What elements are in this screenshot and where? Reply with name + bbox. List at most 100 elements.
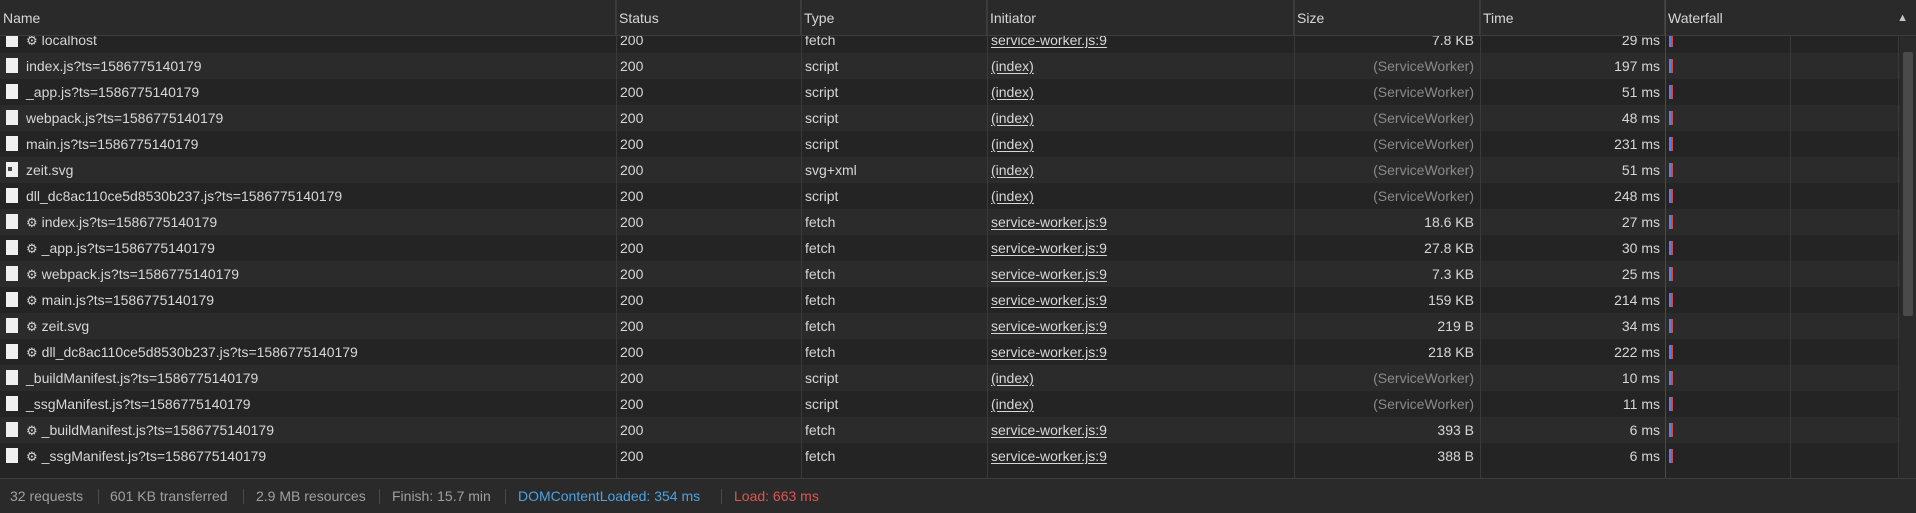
column-header-waterfall[interactable]: Waterfall ▲ — [1665, 0, 1916, 36]
column-header-type[interactable]: Type — [801, 0, 987, 36]
waterfall-bar[interactable] — [1669, 131, 1675, 157]
size-cell: (ServiceWorker) — [1373, 136, 1474, 152]
waterfall-bar[interactable] — [1669, 261, 1675, 287]
table-row[interactable]: ⚙ _app.js?ts=1586775140179 200 fetch service… — [0, 235, 1916, 261]
initiator-link[interactable]: (index) — [991, 131, 1291, 157]
waterfall-bar[interactable] — [1669, 443, 1675, 469]
service-worker-gear-icon: ⚙ — [26, 293, 38, 308]
size-cell: 18.6 KB — [1424, 214, 1474, 230]
service-worker-gear-icon: ⚙ — [26, 215, 38, 230]
waterfall-gridline — [1790, 36, 1791, 478]
waterfall-bar[interactable] — [1669, 79, 1675, 105]
request-name: dll_dc8ac110ce5d8530b237.js?ts=158677514… — [41, 344, 358, 360]
request-name-cell[interactable]: zeit.svg — [6, 157, 614, 183]
table-row[interactable]: index.js?ts=1586775140179 200 script (index… — [0, 53, 1916, 79]
request-name-cell[interactable]: ⚙ index.js?ts=1586775140179 — [6, 209, 614, 235]
request-name-cell[interactable]: index.js?ts=1586775140179 — [6, 53, 614, 79]
initiator-link[interactable]: service-worker.js:9 — [991, 417, 1291, 443]
column-header-initiator[interactable]: Initiator — [987, 0, 1294, 36]
request-name-cell[interactable]: _ssgManifest.js?ts=1586775140179 — [6, 391, 614, 417]
table-row[interactable]: zeit.svg 200 svg+xml (index) (ServiceWorker)… — [0, 157, 1916, 183]
waterfall-bar[interactable] — [1669, 365, 1675, 391]
initiator-link[interactable]: (index) — [991, 157, 1291, 183]
column-divider[interactable] — [1480, 0, 1481, 478]
table-row[interactable]: ⚙ webpack.js?ts=1586775140179 200 fetch serv… — [0, 261, 1916, 287]
initiator-link[interactable]: service-worker.js:9 — [991, 209, 1291, 235]
initiator-link[interactable]: (index) — [991, 79, 1291, 105]
waterfall-bar[interactable] — [1669, 391, 1675, 417]
table-row[interactable]: _ssgManifest.js?ts=1586775140179 200 scrip… — [0, 391, 1916, 417]
waterfall-bar[interactable] — [1669, 287, 1675, 313]
status-separator — [98, 489, 99, 504]
waterfall-bar[interactable] — [1669, 339, 1675, 365]
request-name-cell[interactable]: ⚙ _buildManifest.js?ts=1586775140179 — [6, 417, 614, 443]
initiator-link[interactable]: service-worker.js:9 — [991, 339, 1291, 365]
column-header-name[interactable]: Name — [0, 0, 616, 36]
column-divider[interactable] — [1294, 0, 1295, 478]
request-name-cell[interactable]: ⚙ zeit.svg — [6, 313, 614, 339]
table-row[interactable]: ⚙ localhost 200 fetch service-worker.js:9 7.8… — [0, 36, 1916, 53]
table-row[interactable]: main.js?ts=1586775140179 200 script (index)… — [0, 131, 1916, 157]
request-name-cell[interactable]: dll_dc8ac110ce5d8530b237.js?ts=158677514… — [6, 183, 614, 209]
table-row[interactable]: _app.js?ts=1586775140179 200 script (index)… — [0, 79, 1916, 105]
initiator-link[interactable]: service-worker.js:9 — [991, 443, 1291, 469]
time-cell: 34 ms — [1621, 318, 1660, 334]
column-header-time[interactable]: Time — [1480, 0, 1665, 36]
request-name-cell[interactable]: webpack.js?ts=1586775140179 — [6, 105, 614, 131]
image-file-icon — [6, 162, 18, 177]
status-cell: 200 — [620, 58, 644, 74]
initiator-link[interactable]: service-worker.js:9 — [991, 287, 1291, 313]
initiator-link[interactable]: (index) — [991, 105, 1291, 131]
column-header-status[interactable]: Status — [616, 0, 801, 36]
waterfall-bar[interactable] — [1669, 235, 1675, 261]
sort-ascending-icon[interactable]: ▲ — [1897, 0, 1908, 36]
table-row[interactable]: webpack.js?ts=1586775140179 200 script (ind… — [0, 105, 1916, 131]
initiator-link[interactable]: (index) — [991, 391, 1291, 417]
waterfall-bar[interactable] — [1669, 53, 1675, 79]
request-name-cell[interactable]: ⚙ main.js?ts=1586775140179 — [6, 287, 614, 313]
request-list: ⚙ localhost 200 fetch service-worker.js:9 7.8… — [0, 36, 1916, 478]
table-row[interactable]: _buildManifest.js?ts=1586775140179 200 scr… — [0, 365, 1916, 391]
table-row[interactable]: ⚙ zeit.svg 200 fetch service-worker.js:9 219 … — [0, 313, 1916, 339]
initiator-link[interactable]: (index) — [991, 365, 1291, 391]
table-row[interactable]: dll_dc8ac110ce5d8530b237.js?ts=158677514… — [0, 183, 1916, 209]
request-name-cell[interactable]: _buildManifest.js?ts=1586775140179 — [6, 365, 614, 391]
table-row[interactable]: ⚙ _ssgManifest.js?ts=1586775140179 200 fetc… — [0, 443, 1916, 469]
column-divider[interactable] — [616, 0, 617, 478]
waterfall-bar[interactable] — [1669, 105, 1675, 131]
table-row[interactable]: ⚙ dll_dc8ac110ce5d8530b237.js?ts=15867751… — [0, 339, 1916, 365]
column-divider[interactable] — [1665, 0, 1666, 478]
waterfall-bar[interactable] — [1669, 183, 1675, 209]
waterfall-bar[interactable] — [1669, 313, 1675, 339]
table-row[interactable]: ⚙ main.js?ts=1586775140179 200 fetch service… — [0, 287, 1916, 313]
initiator-link[interactable]: (index) — [991, 183, 1291, 209]
request-name-cell[interactable]: ⚙ localhost — [6, 36, 614, 53]
scrollbar-thumb[interactable] — [1903, 52, 1913, 316]
request-name-cell[interactable]: ⚙ dll_dc8ac110ce5d8530b237.js?ts=15867751… — [6, 339, 614, 365]
size-cell: 388 B — [1437, 448, 1474, 464]
request-name-cell[interactable]: ⚙ _ssgManifest.js?ts=1586775140179 — [6, 443, 614, 469]
document-file-icon — [6, 292, 18, 307]
initiator-link[interactable]: service-worker.js:9 — [991, 235, 1291, 261]
waterfall-bar[interactable] — [1669, 417, 1675, 443]
request-name-cell[interactable]: _app.js?ts=1586775140179 — [6, 79, 614, 105]
request-name-cell[interactable]: main.js?ts=1586775140179 — [6, 131, 614, 157]
request-name-cell[interactable]: ⚙ _app.js?ts=1586775140179 — [6, 235, 614, 261]
waterfall-bar[interactable] — [1669, 36, 1675, 53]
status-cell: 200 — [620, 162, 644, 178]
table-row[interactable]: ⚙ index.js?ts=1586775140179 200 fetch servic… — [0, 209, 1916, 235]
time-cell: 214 ms — [1614, 292, 1660, 308]
waterfall-bar[interactable] — [1669, 157, 1675, 183]
request-name-cell[interactable]: ⚙ webpack.js?ts=1586775140179 — [6, 261, 614, 287]
waterfall-bar[interactable] — [1669, 209, 1675, 235]
initiator-link[interactable]: service-worker.js:9 — [991, 261, 1291, 287]
waterfall-red-mark — [1671, 215, 1673, 229]
initiator-link[interactable]: (index) — [991, 53, 1291, 79]
initiator-link[interactable]: service-worker.js:9 — [991, 313, 1291, 339]
column-header-size[interactable]: Size — [1294, 0, 1480, 36]
column-divider[interactable] — [801, 0, 802, 478]
initiator-link[interactable]: service-worker.js:9 — [991, 36, 1291, 53]
column-divider[interactable] — [987, 0, 988, 478]
table-row[interactable]: ⚙ _buildManifest.js?ts=1586775140179 200 fe… — [0, 417, 1916, 443]
type-cell: script — [805, 188, 839, 204]
